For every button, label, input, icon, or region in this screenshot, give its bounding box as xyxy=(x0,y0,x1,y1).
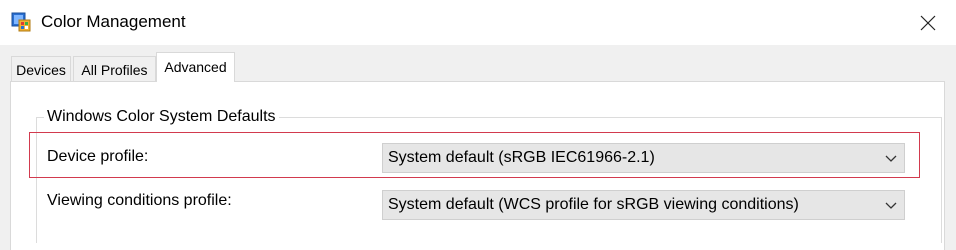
close-icon xyxy=(920,15,936,30)
device-profile-value: System default (sRGB IEC61966-2.1) xyxy=(388,149,655,166)
chevron-down-icon xyxy=(885,155,897,162)
viewing-conditions-profile-value: System default (WCS profile for sRGB vie… xyxy=(388,196,799,213)
tab-devices[interactable]: Devices xyxy=(11,56,71,82)
device-profile-dropdown[interactable]: System default (sRGB IEC61966-2.1) xyxy=(382,143,905,173)
windows-color-system-defaults-group xyxy=(36,117,942,243)
title-bar: Color Management xyxy=(0,0,956,45)
tab-all-profiles[interactable]: All Profiles xyxy=(73,56,156,82)
group-title: Windows Color System Defaults xyxy=(44,107,279,127)
close-button[interactable] xyxy=(900,0,956,45)
tab-advanced[interactable]: Advanced xyxy=(156,52,235,82)
viewing-conditions-profile-label: Viewing conditions profile: xyxy=(47,192,232,209)
viewing-conditions-profile-dropdown[interactable]: System default (WCS profile for sRGB vie… xyxy=(382,190,905,220)
window-title: Color Management xyxy=(41,12,186,31)
color-management-icon xyxy=(10,11,32,33)
device-profile-label: Device profile: xyxy=(47,148,149,165)
chevron-down-icon xyxy=(885,202,897,209)
